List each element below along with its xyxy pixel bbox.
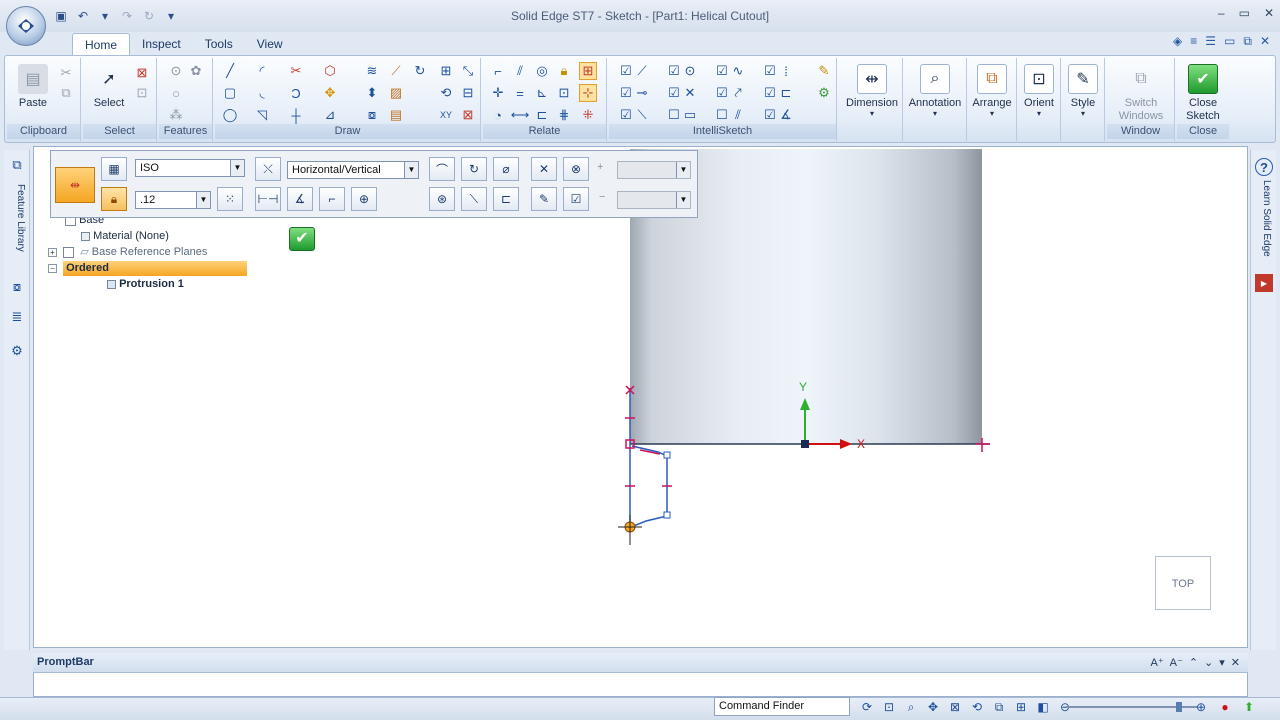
y-axis-head <box>800 398 810 410</box>
y-axis-label: Y <box>799 380 808 394</box>
expand-icon[interactable]: + <box>48 248 57 257</box>
tree-label: Material (None) <box>93 230 169 242</box>
relationship-markers <box>625 385 990 487</box>
sketch-overlay <box>618 385 990 545</box>
origin-marker <box>801 440 809 448</box>
cancel-icon[interactable]: ✕ <box>531 157 557 181</box>
checkbox[interactable] <box>63 246 75 258</box>
minus-icon: − <box>599 191 606 203</box>
orientation-value: Horizontal/Vertical <box>292 164 381 176</box>
value-select[interactable]: .12 ▼ <box>135 191 211 209</box>
orientation-mode-button[interactable]: ⤬ <box>255 157 281 181</box>
tree-item-base-planes[interactable]: + ▱ Base Reference Planes <box>48 245 207 260</box>
clear-icon[interactable]: ⊗ <box>563 157 589 181</box>
coordinate-dim-button[interactable]: ⌐ <box>319 187 345 211</box>
orientation-select[interactable]: Horizontal/Vertical ▼ <box>287 161 419 179</box>
tolerance-upper-select[interactable]: ▼ <box>617 161 691 179</box>
pathfinder-tree: Base Material (None) + ▱ Base Reference … <box>45 213 255 303</box>
chamfer-dim-button[interactable]: ⟍ <box>461 187 487 211</box>
application-button[interactable] <box>6 6 46 46</box>
endpoint-marker <box>663 511 671 519</box>
chevron-down-icon: ▼ <box>230 160 244 176</box>
lock-dimension-button[interactable]: 🔒︎ <box>101 187 127 211</box>
endpoint-marker <box>663 451 671 459</box>
feature-icon <box>107 279 116 289</box>
tree-label: Ordered <box>63 261 248 276</box>
diameter-dim-button[interactable]: ⌀ <box>493 157 519 181</box>
angular-dim-button[interactable]: ∡ <box>287 187 313 211</box>
stack-dim-button[interactable]: ⊏ <box>493 187 519 211</box>
collapse-icon[interactable]: − <box>48 264 57 273</box>
dimension-grid-button[interactable]: ⁙ <box>217 187 243 211</box>
standard-select[interactable]: ISO ▼ <box>135 159 245 177</box>
standard-value: ISO <box>140 162 159 174</box>
app-logo-icon <box>18 19 34 33</box>
value-text: .12 <box>140 194 156 206</box>
arc-dim-button[interactable]: ⌒ <box>429 157 455 181</box>
tree-label: Base Reference Planes <box>91 246 208 258</box>
tree-item-ordered[interactable]: − Ordered <box>48 261 248 276</box>
planes-icon: ▱ <box>80 246 89 258</box>
chevron-down-icon: ▼ <box>196 192 210 208</box>
x-axis-label: X <box>857 437 866 451</box>
tree-item-material[interactable]: Material (None) <box>81 229 169 244</box>
x-axis-head <box>840 439 852 449</box>
chevron-down-icon: ▼ <box>404 162 418 178</box>
sketch-profile <box>630 445 668 528</box>
radial-dim-button[interactable]: ⊕ <box>351 187 377 211</box>
tree-label: Protrusion 1 <box>119 278 184 290</box>
ok-checkmark-button[interactable]: ✔ <box>289 227 315 251</box>
material-icon <box>81 231 90 241</box>
circle-dim-button[interactable]: ↻ <box>461 157 487 181</box>
chevron-down-icon: ▼ <box>676 192 690 208</box>
symmetric-dim-button[interactable]: ⊛ <box>429 187 455 211</box>
chevron-down-icon: ▼ <box>676 162 690 178</box>
edit-dim-button[interactable]: ✎ <box>531 187 557 211</box>
tree-item-protrusion[interactable]: Protrusion 1 <box>107 277 184 292</box>
linear-dim-button[interactable]: ⊢⊣ <box>255 187 281 211</box>
tolerance-lower-select[interactable]: ▼ <box>617 191 691 209</box>
plus-icon: + <box>597 161 604 173</box>
dimension-style-button[interactable]: ▦ <box>101 157 127 181</box>
accept-dim-button[interactable]: ☑ <box>563 187 589 211</box>
command-bar: ⇹ ▦ 🔒︎ ISO ▼ .12 ▼ ⁙ ⤬ Horizontal/Vertical… <box>50 150 698 218</box>
smart-dimension-button[interactable]: ⇹ <box>55 167 95 203</box>
